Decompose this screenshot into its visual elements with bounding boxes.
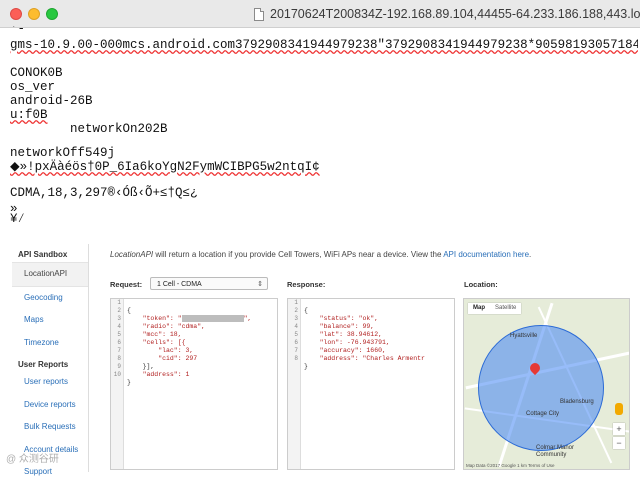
log-line: ◆»!pxÄàéös†0P_6Ia6koYgN2FymWCIBPG5w2ntqI… xyxy=(10,160,320,174)
intro-text: LocationAPI will return a location if yo… xyxy=(110,250,532,259)
sidebar-item-timezone[interactable]: Timezone xyxy=(12,332,88,355)
minimize-window-button[interactable] xyxy=(28,8,40,20)
window-title: 20170624T200834Z-192.168.89.104,44455-64… xyxy=(270,7,640,21)
request-editor[interactable]: 1 2 3 4 5 6 7 8 9 10 { "token": " ", "radio": "cdm… xyxy=(110,298,278,470)
location-map[interactable]: Hyattsville Cottage City Bladensburg Col… xyxy=(463,298,630,470)
sidebar-item-maps[interactable]: Maps xyxy=(12,309,88,332)
response-label: Response: xyxy=(287,280,326,289)
sidebar-subheading: User Reports xyxy=(18,360,69,369)
line-numbers: 1 2 3 4 5 6 7 8 9 10 xyxy=(111,299,124,469)
map-place-label: Cottage City xyxy=(526,411,560,417)
request-type-select[interactable]: 1 Cell - CDMA ⇕ xyxy=(150,277,268,290)
zoom-out-button[interactable]: − xyxy=(613,437,625,449)
line-numbers: 12345678 xyxy=(288,299,301,469)
log-line: android-26B xyxy=(10,94,93,108)
log-line: CDMA,18,3,297®‹Óß‹Õ+≤†Q≤¿ xyxy=(10,186,198,200)
sidebar-item-locationapi[interactable]: LocationAPI xyxy=(12,262,88,287)
map-place-label: Hyattsville xyxy=(510,333,538,339)
close-window-button[interactable] xyxy=(10,8,22,20)
map-type-control: Map Satellite xyxy=(468,303,522,314)
location-label: Location: xyxy=(464,280,498,289)
request-label: Request: xyxy=(110,280,143,289)
map-place-label: Bladensburg xyxy=(560,399,594,405)
street-view-pegman-icon[interactable] xyxy=(615,403,623,415)
redacted-token xyxy=(181,315,244,322)
sidebar-item-bulk-requests[interactable]: Bulk Requests xyxy=(12,416,88,439)
sidebar-item-geocoding[interactable]: Geocoding xyxy=(12,287,88,310)
map-tab-map[interactable]: Map xyxy=(468,303,490,314)
intro-api-name: LocationAPI xyxy=(110,250,154,259)
log-content[interactable]: '- gms-10.9.00-000mcs.android.com3792908… xyxy=(10,26,638,226)
sidebar-divider xyxy=(88,244,89,472)
log-line: CONOK0B xyxy=(10,66,63,80)
document-icon xyxy=(254,7,264,21)
log-line: networkOn202B xyxy=(10,122,168,136)
sidebar-item-user-reports[interactable]: User reports xyxy=(12,371,88,394)
select-arrows-icon: ⇕ xyxy=(257,281,263,288)
log-line: gms-10.9.00-000mcs.android.com3792908341… xyxy=(10,38,638,52)
sidebar-item-device-reports[interactable]: Device reports xyxy=(12,394,88,417)
zoom-in-button[interactable]: + xyxy=(613,423,625,435)
accuracy-circle xyxy=(478,325,604,451)
map-place-label: Colmar Manor Community xyxy=(536,445,575,458)
map-tab-satellite[interactable]: Satellite xyxy=(490,303,521,314)
watermark: @ 众测谷研 xyxy=(6,454,59,465)
map-footer: Map Data ©2017 Google 1 km Terms of Use xyxy=(466,463,555,468)
sidebar: API Sandbox LocationAPI Geocoding Maps T… xyxy=(12,246,88,476)
log-line: ¥⁄ xyxy=(10,212,26,226)
response-viewer[interactable]: 12345678 { "status": "ok", "balance": 99… xyxy=(287,298,455,470)
api-docs-link[interactable]: API documentation here xyxy=(443,250,529,259)
intro-body: will return a location if you provide Ce… xyxy=(153,250,444,259)
log-line: networkOff549j xyxy=(10,146,116,160)
api-sandbox: API Sandbox LocationAPI Geocoding Maps T… xyxy=(0,244,640,476)
log-line: os_ver xyxy=(10,80,56,94)
title-bar: 20170624T200834Z-192.168.89.104,44455-64… xyxy=(0,0,640,28)
sidebar-heading: API Sandbox xyxy=(18,250,68,259)
request-type-value: 1 Cell - CDMA xyxy=(157,281,202,288)
log-line: u:f0B xyxy=(10,108,48,122)
zoom-window-button[interactable] xyxy=(46,8,58,20)
